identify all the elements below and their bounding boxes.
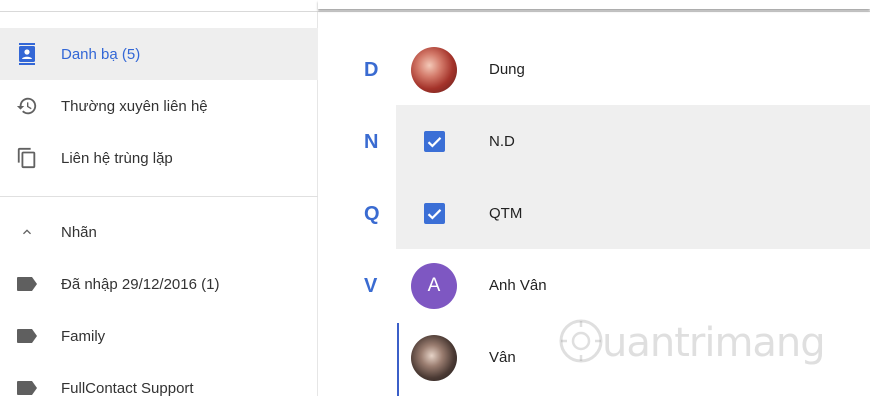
contact-name: Anh Vân	[489, 277, 547, 294]
sidebar-item-label: Danh bạ (5)	[61, 45, 141, 63]
sidebar-item-contacts[interactable]: Danh bạ (5)	[0, 28, 318, 80]
section-letter: D	[364, 59, 379, 81]
avatar-initial: A	[427, 275, 441, 296]
top-bar	[0, 0, 870, 12]
avatar[interactable]	[411, 335, 457, 381]
chevron-up-icon	[16, 221, 38, 243]
sidebar-label-family[interactable]: Family	[0, 310, 318, 362]
sidebar-label-name: FullContact Support	[61, 379, 194, 396]
label-icon	[16, 325, 38, 347]
labels-header-label: Nhãn	[61, 223, 97, 241]
contact-row[interactable]: D Dung	[319, 34, 870, 106]
contact-name: QTM	[489, 205, 523, 222]
checkbox[interactable]	[424, 203, 445, 224]
top-bar-shadow	[318, 0, 870, 9]
contacts-icon	[16, 43, 38, 65]
contact-row[interactable]: Vân	[319, 322, 870, 394]
section-letter: Q	[364, 203, 380, 225]
contact-list: D Dung N N.D Q QTM V A Anh Vân Vân	[319, 12, 870, 396]
label-icon	[16, 273, 38, 295]
sidebar-item-label: Thường xuyên liên hệ	[61, 97, 208, 115]
sidebar-item-duplicates[interactable]: Liên hệ trùng lặp	[0, 132, 318, 184]
contact-name: Vân	[489, 349, 516, 366]
contact-row[interactable]: V A Anh Vân	[319, 250, 870, 322]
checkmark-icon	[427, 208, 442, 220]
sidebar: Danh bạ (5) Thường xuyên liên hệ Liên hệ…	[0, 12, 318, 396]
contact-row[interactable]: N N.D	[319, 106, 870, 178]
sidebar-label-name: Family	[61, 327, 106, 345]
history-icon	[16, 95, 38, 117]
contact-name: N.D	[489, 133, 515, 150]
contact-row[interactable]: Q QTM	[319, 178, 870, 250]
checkbox[interactable]	[424, 131, 445, 152]
section-letter: N	[364, 131, 379, 153]
section-letter: V	[364, 275, 378, 297]
sidebar-item-label: Liên hệ trùng lặp	[61, 149, 173, 167]
sidebar-label-imported[interactable]: Đã nhập 29/12/2016 (1)	[0, 258, 318, 310]
sidebar-label-name: Đã nhập 29/12/2016 (1)	[61, 275, 220, 293]
sidebar-divider	[0, 196, 318, 197]
sidebar-item-frequent[interactable]: Thường xuyên liên hệ	[0, 80, 318, 132]
label-icon	[16, 377, 38, 396]
contact-name: Dung	[489, 61, 525, 78]
checkmark-icon	[427, 136, 442, 148]
labels-header[interactable]: Nhãn	[0, 206, 318, 258]
copy-icon	[16, 147, 38, 169]
avatar[interactable]: A	[411, 263, 457, 309]
sidebar-label-fullcontact[interactable]: FullContact Support	[0, 362, 318, 396]
avatar[interactable]	[411, 47, 457, 93]
